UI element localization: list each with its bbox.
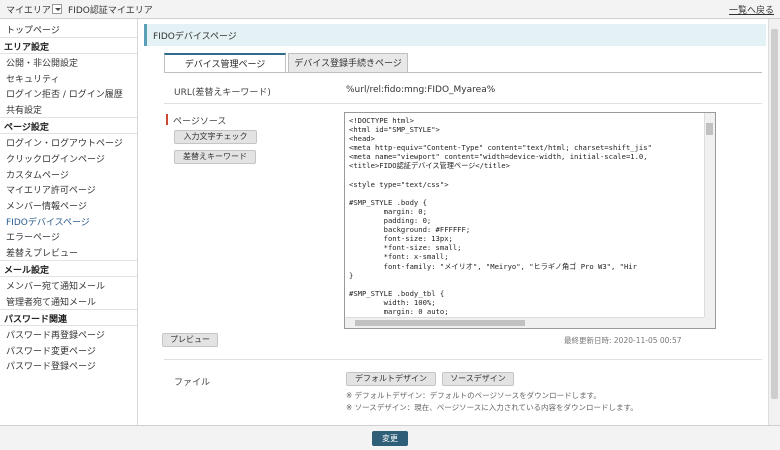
sidebar-item-login-logout[interactable]: ログイン・ログアウトページ [6, 136, 123, 149]
page-header: FIDOデバイスページ [144, 24, 766, 46]
submit-button[interactable]: 変更 [372, 431, 408, 446]
sidebar-item-click-login[interactable]: クリックログインページ [6, 152, 105, 165]
breadcrumb-myarea[interactable]: マイエリア [6, 3, 51, 16]
sidebar-item-member-info[interactable]: メンバー情報ページ [6, 199, 87, 212]
tab-device-management[interactable]: デバイス管理ページ [164, 53, 286, 73]
main-content: FIDOデバイスページ デバイス管理ページ デバイス登録手続きページ URL(差… [144, 19, 766, 425]
sidebar-heading-page: ページ設定 [4, 123, 49, 133]
app-title: FIDO認証マイエリア [68, 6, 153, 16]
note-source-design: ※ ソースデザイン：現在、ページソースに入力されている内容をダウンロードします。 [346, 403, 638, 412]
sidebar-heading-password: パスワード関連 [4, 315, 68, 325]
sidebar-item-sharing[interactable]: 共有設定 [6, 103, 42, 116]
divider [0, 117, 137, 118]
divider [0, 309, 137, 310]
vertical-scrollbar[interactable] [704, 113, 715, 318]
default-design-button[interactable]: デフォルトデザイン [346, 372, 436, 386]
tab-divider [164, 72, 762, 73]
scroll-thumb[interactable] [706, 123, 713, 135]
sidebar-item-login-history[interactable]: ログイン拒否 / ログイン履歴 [6, 87, 123, 100]
url-label: URL(差替えキーワード) [174, 88, 271, 98]
divider [0, 37, 137, 38]
sidebar-item-custom[interactable]: カスタムページ [6, 168, 69, 181]
sidebar-item-myarea-permit[interactable]: マイエリア許可ページ [6, 183, 96, 196]
page-scrollbar[interactable] [768, 19, 780, 425]
last-updated: 最終更新日時: 2020-11-05 00:57 [564, 336, 682, 345]
sidebar-item-error[interactable]: エラーページ [6, 230, 60, 243]
top-bar: マイエリア FIDO認証マイエリア 一覧へ戻る [0, 0, 780, 19]
check-characters-button[interactable]: 入力文字チェック [174, 130, 257, 144]
sidebar-heading-area: エリア設定 [4, 43, 50, 53]
sidebar-heading-mail: メール設定 [4, 266, 50, 276]
url-value: %url/rel:fido:mng:FIDO_Myarea% [346, 85, 496, 95]
back-to-list-link[interactable]: 一覧へ戻る [729, 3, 774, 16]
divider [0, 260, 137, 261]
sidebar-item-fido-device[interactable]: FIDOデバイスページ [6, 215, 90, 228]
horizontal-scrollbar[interactable] [345, 317, 706, 328]
required-marker [166, 114, 168, 125]
page-source-label: ページソース [173, 117, 227, 127]
sidebar-item-top[interactable]: トップページ [6, 23, 60, 36]
sidebar: トップページ エリア設定 公開・非公開設定 セキュリティ ログイン拒否 / ログ… [0, 19, 138, 425]
sidebar-item-password-register[interactable]: パスワード登録ページ [6, 359, 96, 372]
page-title: FIDOデバイスページ [153, 32, 237, 42]
note-default-design: ※ デフォルトデザイン：デフォルトのページソースをダウンロードします。 [346, 391, 601, 400]
page-source-editor[interactable]: <!DOCTYPE html> <html id="SMP_STYLE"> <h… [344, 112, 716, 329]
replace-keyword-button[interactable]: 差替えキーワード [174, 150, 256, 164]
preview-button[interactable]: プレビュー [162, 333, 218, 347]
page-source-text[interactable]: <!DOCTYPE html> <html id="SMP_STYLE"> <h… [349, 116, 652, 316]
sidebar-item-password-change[interactable]: パスワード変更ページ [6, 344, 96, 357]
sidebar-item-admin-mail[interactable]: 管理者宛て通知メール [6, 295, 96, 308]
footer-bar: 変更 [0, 425, 780, 450]
sidebar-item-visibility[interactable]: 公開・非公開設定 [6, 56, 78, 69]
sidebar-item-replace-preview[interactable]: 差替えプレビュー [6, 246, 78, 259]
scroll-thumb[interactable] [771, 29, 778, 399]
file-label: ファイル [174, 378, 211, 388]
divider [0, 325, 137, 326]
sidebar-item-password-reregister[interactable]: パスワード再登録ページ [6, 328, 105, 341]
resize-grip-icon[interactable] [704, 317, 715, 328]
chevron-down-icon[interactable] [52, 4, 62, 14]
sidebar-item-member-mail[interactable]: メンバー宛て通知メール [6, 279, 105, 292]
divider [164, 359, 762, 360]
divider [164, 103, 762, 104]
tab-device-registration[interactable]: デバイス登録手続きページ [288, 53, 408, 73]
source-design-button[interactable]: ソースデザイン [442, 372, 514, 386]
divider [0, 276, 137, 277]
sidebar-item-security[interactable]: セキュリティ [6, 72, 59, 85]
scroll-thumb[interactable] [355, 320, 525, 326]
divider [0, 53, 137, 54]
divider [0, 133, 137, 134]
